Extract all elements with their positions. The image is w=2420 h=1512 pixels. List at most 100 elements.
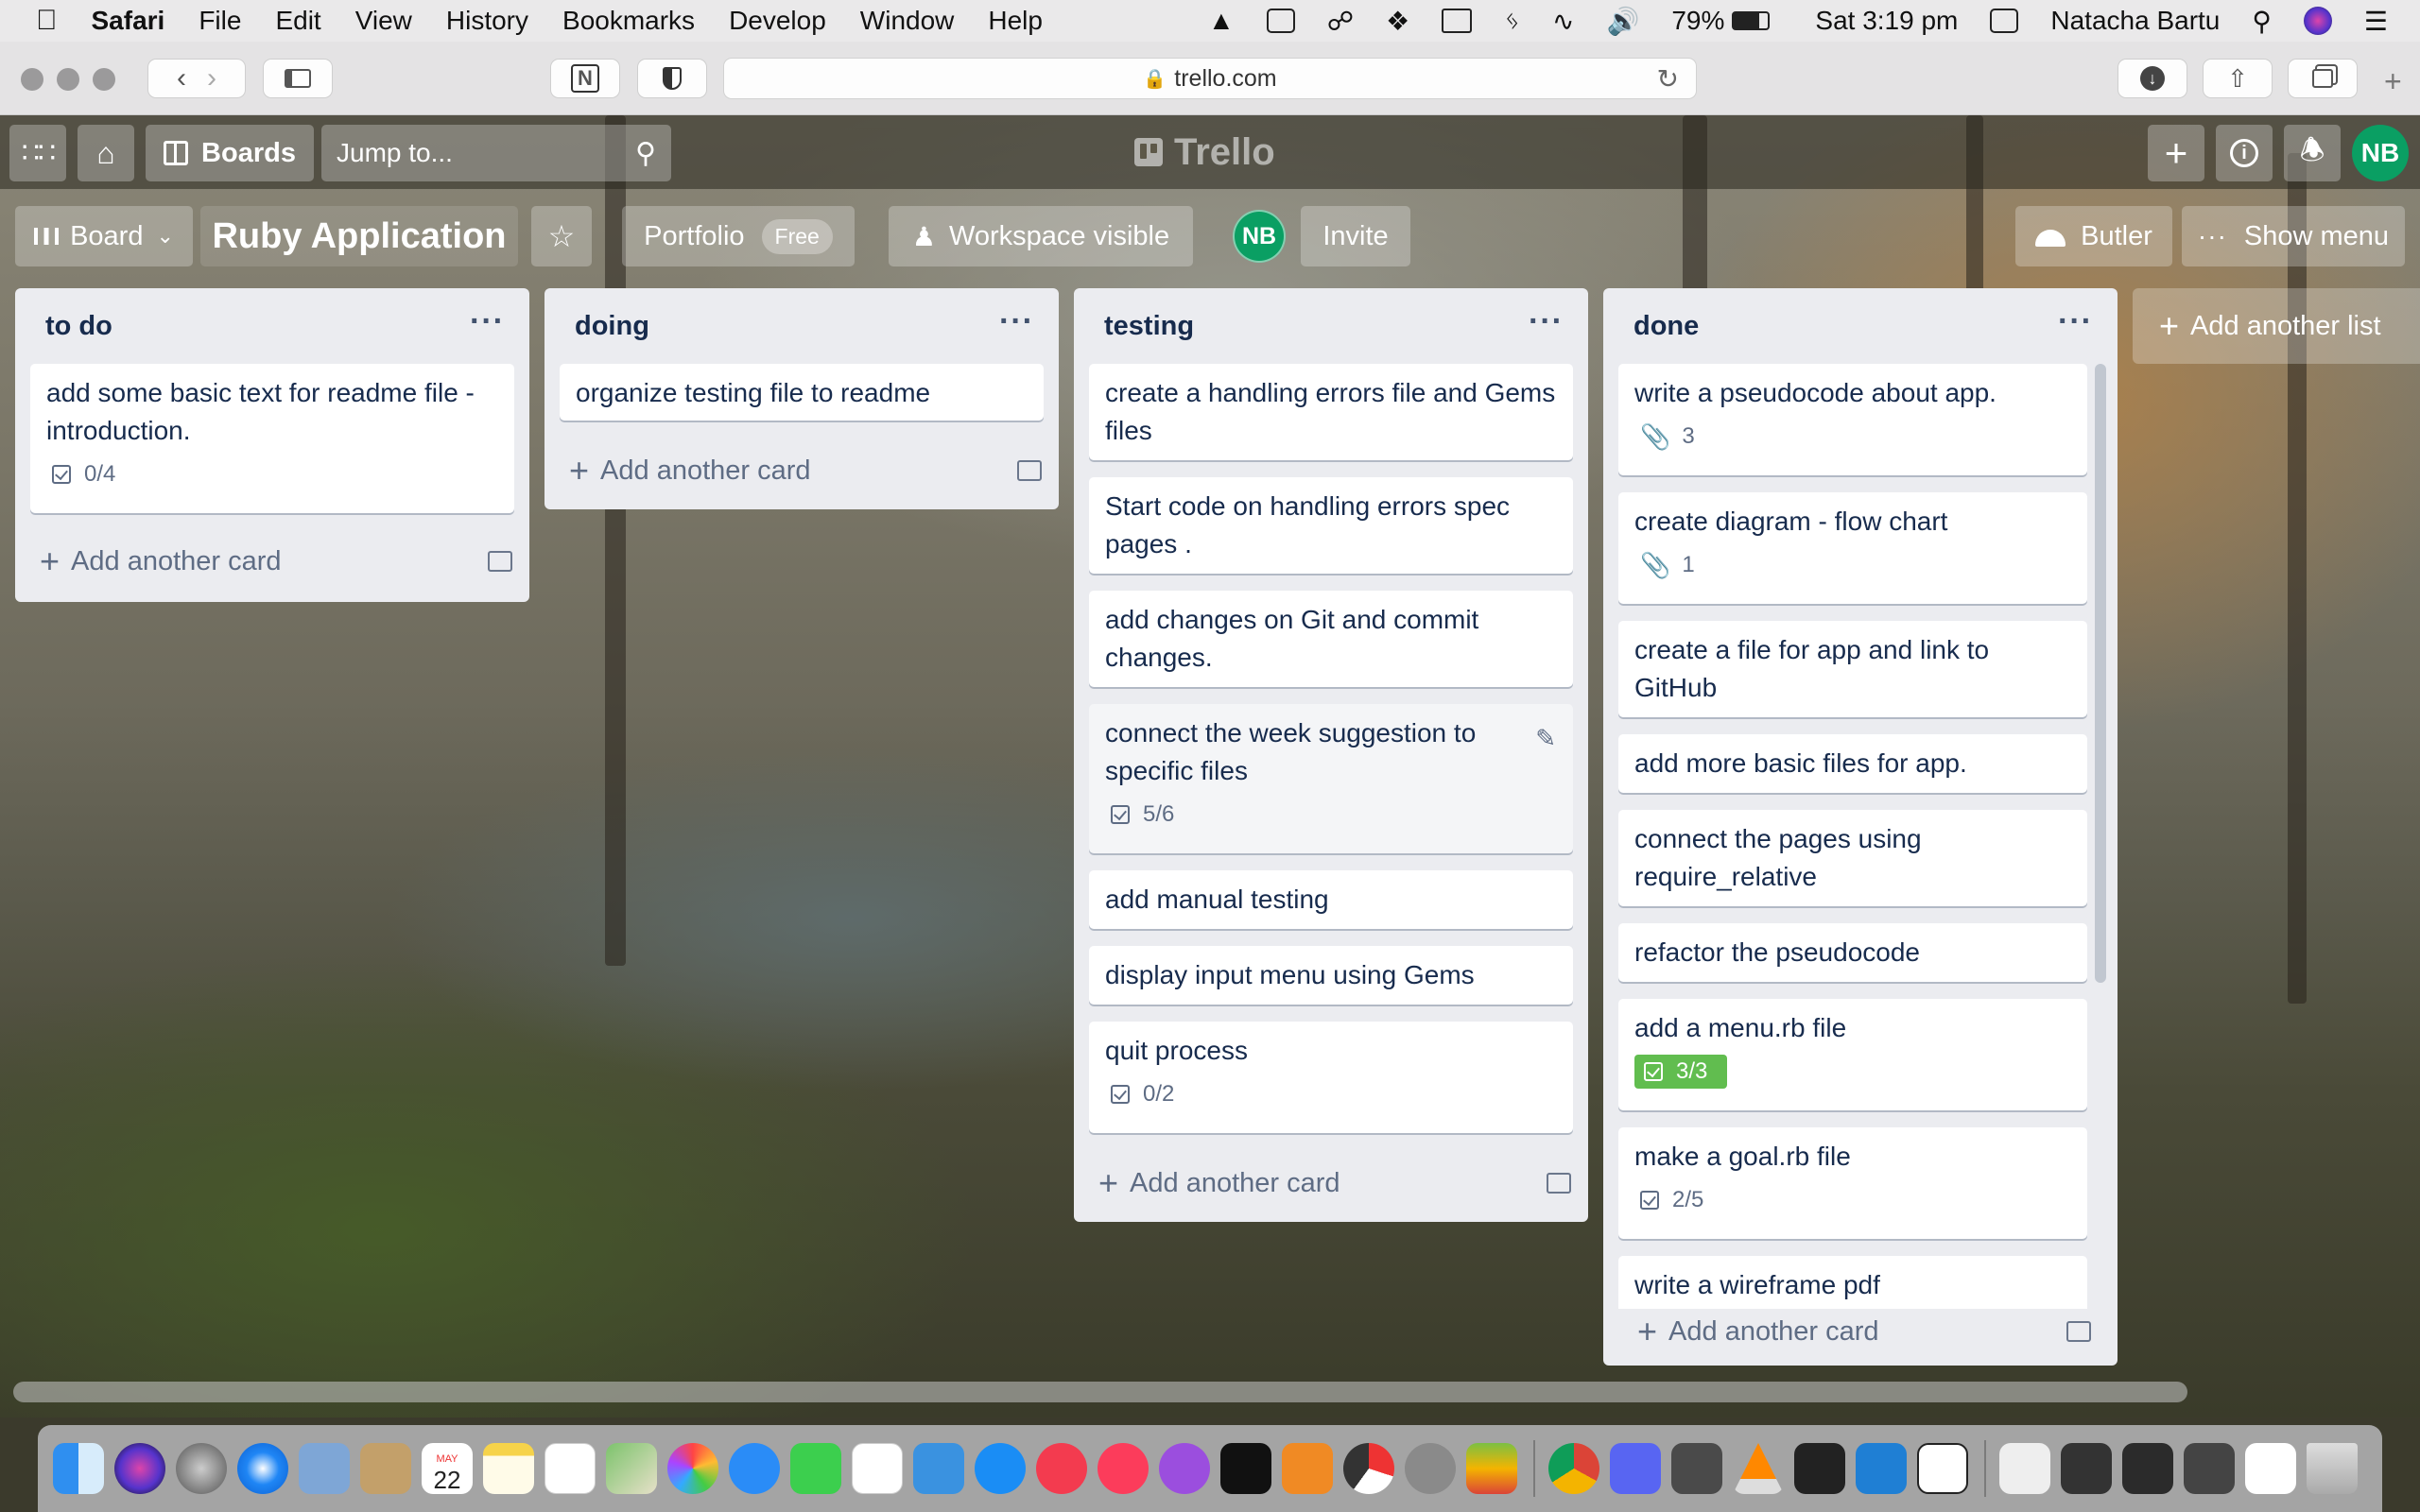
list-actions-icon[interactable]: ··· — [1529, 303, 1564, 340]
siri-icon[interactable] — [2303, 7, 2332, 35]
card[interactable]: display input menu using Gems — [1089, 946, 1573, 1005]
done-card-scroll-area[interactable]: write a pseudocode about app. 📎 3 create… — [1603, 364, 2118, 1309]
card[interactable]: organize testing file to readme — [560, 364, 1044, 421]
board-view-switcher[interactable]: Board ⌄ — [15, 206, 193, 266]
info-button[interactable]: i — [2216, 125, 2273, 181]
chevron-right-icon[interactable]: › — [207, 62, 216, 94]
privacy-extension-button[interactable] — [637, 59, 707, 98]
card[interactable]: refactor the pseudocode — [1618, 923, 2087, 982]
user-name[interactable]: Natacha Bartu — [2050, 6, 2220, 36]
board-horizontal-scrollbar[interactable] — [13, 1382, 2187, 1402]
list-scrollbar[interactable] — [2095, 364, 2106, 983]
add-card-button[interactable]: + Add another card — [569, 451, 1042, 490]
siri-icon[interactable] — [114, 1443, 165, 1494]
list-title[interactable]: doing — [575, 311, 649, 342]
numbers-icon[interactable] — [852, 1443, 903, 1494]
menu-history[interactable]: History — [446, 6, 528, 36]
battery-icon[interactable] — [1732, 11, 1771, 30]
minimized-window-icon[interactable] — [2245, 1443, 2296, 1494]
minimized-window-icon[interactable] — [2184, 1443, 2235, 1494]
launchpad-icon[interactable] — [176, 1443, 227, 1494]
safari-icon[interactable] — [237, 1443, 288, 1494]
headphones-icon[interactable]: ☍ — [1327, 6, 1354, 37]
board-member-avatar[interactable]: NB — [1233, 210, 1286, 263]
volume-icon[interactable]: 🔊 — [1606, 6, 1639, 37]
books-icon[interactable] — [1282, 1443, 1333, 1494]
facetime-icon[interactable] — [790, 1443, 841, 1494]
battery-percent[interactable]: 79% — [1671, 6, 1724, 36]
menu-window[interactable]: Window — [860, 6, 955, 36]
sublime-text-icon[interactable] — [1671, 1443, 1722, 1494]
chevron-left-icon[interactable]: ‹ — [177, 62, 186, 94]
vlc-icon[interactable] — [1733, 1443, 1784, 1494]
finder-icon[interactable] — [53, 1443, 104, 1494]
list-title[interactable]: to do — [45, 311, 112, 342]
wifi-icon[interactable]: ∿ — [1552, 6, 1574, 37]
list-actions-icon[interactable]: ··· — [470, 303, 505, 340]
podcasts-icon[interactable] — [1159, 1443, 1210, 1494]
airplay-icon[interactable] — [1442, 9, 1473, 33]
minimized-window-icon[interactable] — [2061, 1443, 2112, 1494]
notification-center-icon[interactable]: ☰ — [2364, 6, 2388, 37]
card[interactable]: quit process 0/2 — [1089, 1022, 1573, 1133]
menu-help[interactable]: Help — [988, 6, 1043, 36]
discord-icon[interactable] — [1610, 1443, 1661, 1494]
apple-icon[interactable]:  — [36, 5, 58, 37]
show-menu-button[interactable]: ··· Show menu — [2182, 206, 2405, 266]
sidebar-toggle-button[interactable] — [263, 59, 333, 98]
dropbox-icon[interactable]: ❖ — [1386, 6, 1409, 37]
add-card-button[interactable]: + Add another card — [1637, 1309, 2091, 1354]
menu-view[interactable]: View — [355, 6, 412, 36]
list-header[interactable]: testing ··· — [1074, 288, 1588, 364]
bluetooth-icon[interactable]: ᛃ — [1504, 6, 1520, 36]
notifications-button[interactable]: 🕭 — [2284, 125, 2341, 181]
edit-pencil-icon[interactable]: ✎ — [1535, 719, 1556, 757]
clock[interactable]: Sat 3:19 pm — [1815, 6, 1958, 36]
card[interactable]: write a pseudocode about app. 📎 3 — [1618, 364, 2087, 475]
minimized-window-icon[interactable] — [2122, 1443, 2173, 1494]
butler-button[interactable]: Butler — [2015, 206, 2172, 266]
card[interactable]: add more basic files for app. — [1618, 734, 2087, 793]
list-title[interactable]: testing — [1104, 311, 1194, 342]
card[interactable]: make a goal.rb file 2/5 — [1618, 1127, 2087, 1239]
list-header[interactable]: doing ··· — [544, 288, 1059, 364]
keynote-icon[interactable] — [913, 1443, 964, 1494]
trello-logo[interactable]: Trello — [1134, 129, 1275, 176]
chrome-icon[interactable] — [1548, 1443, 1599, 1494]
apps-switcher-button[interactable]: ∷∷ — [9, 125, 66, 181]
card[interactable]: add manual testing — [1089, 870, 1573, 929]
list-header[interactable]: to do ··· — [15, 288, 529, 364]
reminders-icon[interactable] — [544, 1443, 596, 1494]
music-icon[interactable] — [1098, 1443, 1149, 1494]
list-title[interactable]: done — [1634, 311, 1699, 342]
card[interactable]: write a wireframe pdf — [1618, 1256, 2087, 1309]
boards-button[interactable]: Boards — [146, 125, 314, 181]
add-card-button[interactable]: + Add another card — [40, 541, 512, 581]
minimize-window-icon[interactable] — [57, 68, 79, 91]
apple-tv-icon[interactable] — [1220, 1443, 1271, 1494]
terminal-icon[interactable] — [1794, 1443, 1845, 1494]
tab-overview-button[interactable] — [2288, 59, 2358, 98]
vscode-icon[interactable] — [1856, 1443, 1907, 1494]
jump-to-search[interactable]: Jump to... ⚲ — [321, 125, 671, 181]
zoom-window-icon[interactable] — [93, 68, 115, 91]
card-template-icon[interactable] — [1017, 460, 1042, 481]
menu-app-name[interactable]: Safari — [92, 6, 165, 36]
card[interactable]: add changes on Git and commit changes. — [1089, 591, 1573, 687]
keyboard-icon[interactable] — [1990, 9, 2019, 33]
board-title[interactable]: Ruby Application — [200, 206, 518, 266]
list-header[interactable]: done ··· — [1603, 288, 2118, 364]
card-template-icon[interactable] — [2066, 1321, 2091, 1342]
app-store-icon[interactable] — [975, 1443, 1026, 1494]
card[interactable]: add some basic text for readme file - in… — [30, 364, 514, 513]
documents-stack-icon[interactable] — [1999, 1443, 2050, 1494]
card-template-icon[interactable] — [1547, 1173, 1571, 1194]
stacks-icon[interactable] — [1466, 1443, 1517, 1494]
maps-icon[interactable] — [606, 1443, 657, 1494]
trash-icon[interactable] — [2307, 1443, 2358, 1494]
app-tray-icon[interactable] — [1266, 9, 1295, 33]
news-icon[interactable] — [1036, 1443, 1087, 1494]
calendar-icon[interactable]: MAY 22 — [422, 1443, 473, 1494]
activity-monitor-icon[interactable] — [1343, 1443, 1394, 1494]
card-template-icon[interactable] — [488, 551, 512, 572]
